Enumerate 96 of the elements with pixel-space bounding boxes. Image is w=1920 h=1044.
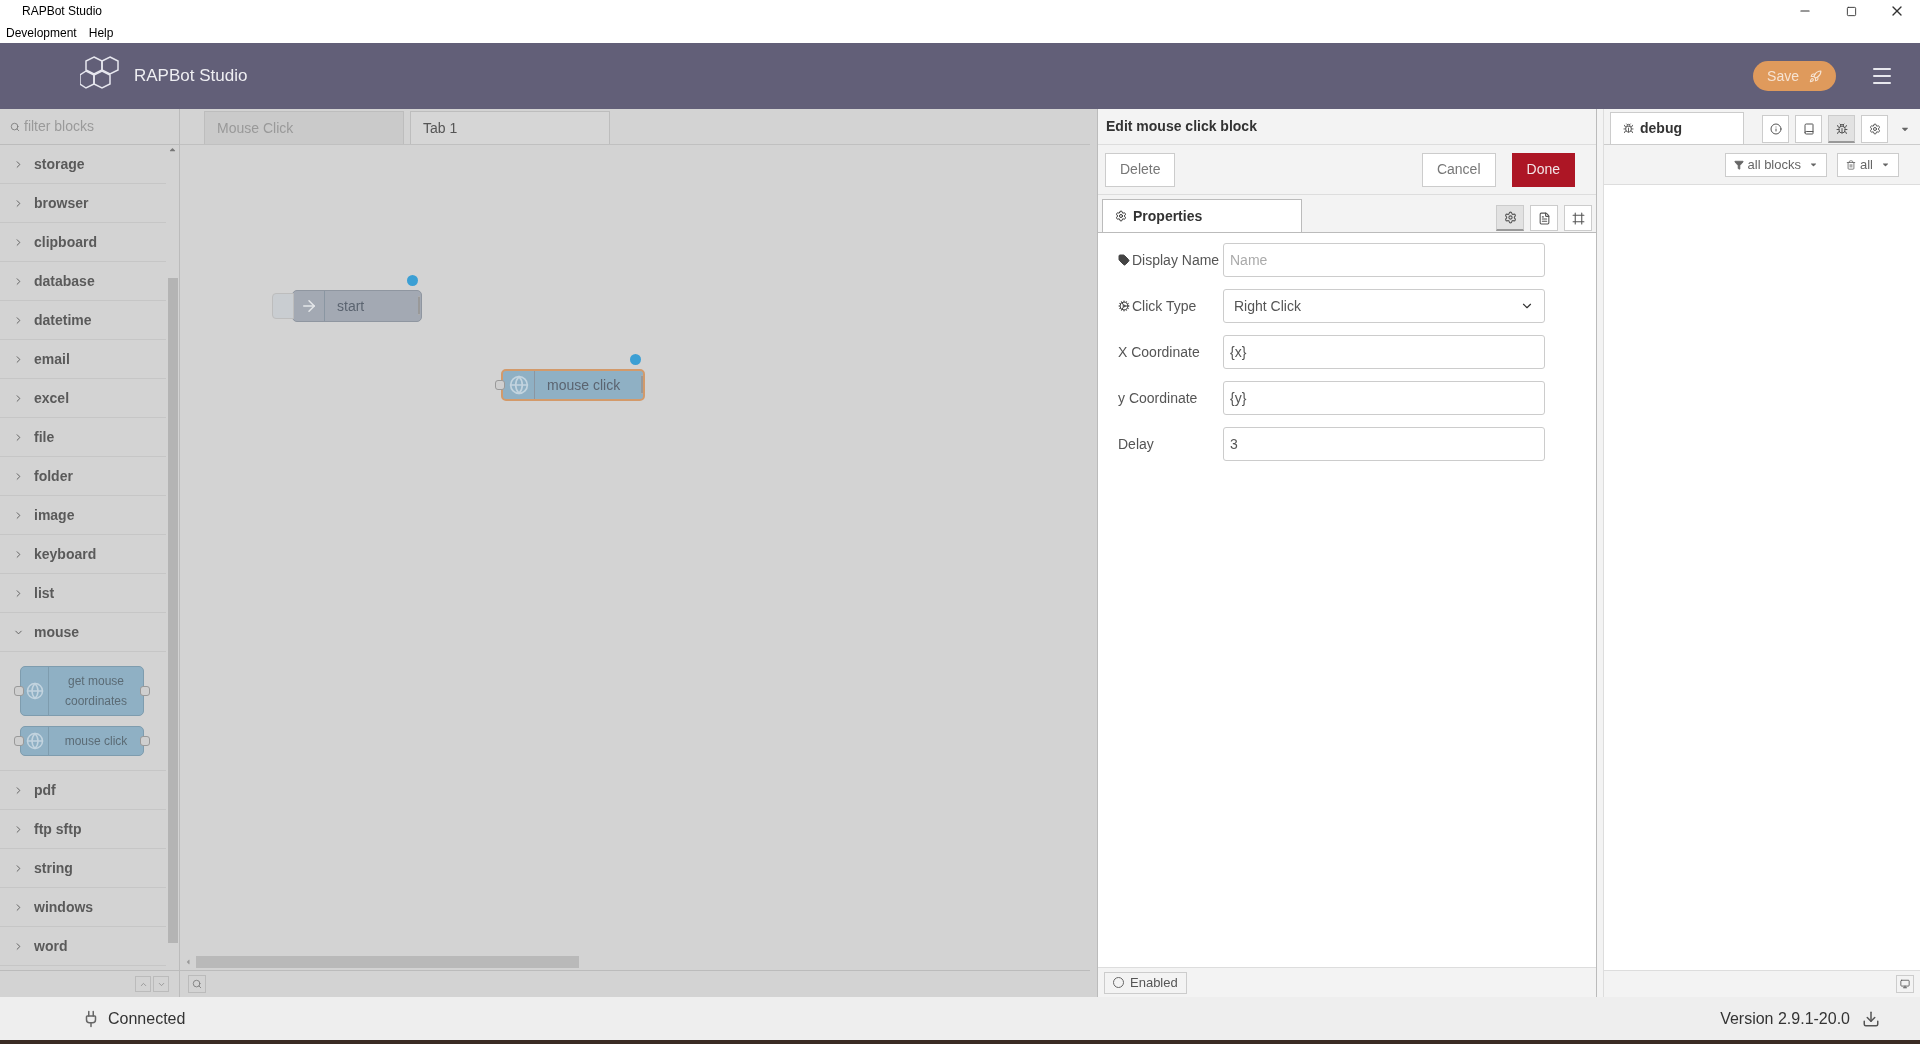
rocket-icon [1809,69,1822,83]
gear-icon [1503,211,1517,224]
category-header[interactable]: string [0,849,166,888]
collapse-button[interactable] [135,976,151,992]
debug-tab[interactable]: debug [1610,112,1744,144]
appearance-view-button[interactable] [1564,205,1592,231]
palette-block[interactable]: mouse click [20,726,144,756]
globe-icon [508,375,529,395]
text-field[interactable]: {x} [1223,335,1545,369]
palette-block[interactable]: get mouse coordinates [20,666,144,716]
description-view-button[interactable] [1530,205,1558,231]
connection-status: Connected [108,1008,186,1029]
field-label: X Coordinate [1118,342,1200,362]
category-header[interactable]: excel [0,379,166,418]
category-header[interactable]: email [0,340,166,379]
enabled-toggle[interactable]: Enabled [1104,971,1187,994]
monitor-icon [1900,979,1910,989]
search-icon [192,979,202,989]
field-label: Delay [1118,434,1154,454]
block-label: get mouse coordinates [63,673,128,710]
flow-canvas[interactable]: start mouse click [180,145,1090,954]
debug-button[interactable] [1828,115,1855,143]
monitor-button[interactable] [1896,975,1914,993]
bug-icon [1623,123,1634,134]
cogs-icon [1118,300,1130,312]
category-header[interactable]: clipboard [0,223,166,262]
frame-icon [1571,211,1585,225]
scroll-up-icon[interactable] [168,145,177,154]
category-header[interactable]: file [0,418,166,457]
filter-icon [1733,159,1744,170]
search-button[interactable] [188,975,206,993]
gear-icon [1868,123,1881,135]
download-icon[interactable] [1862,1009,1880,1028]
globe-icon [25,732,44,750]
category-header[interactable]: image [0,496,166,535]
text-field[interactable]: {y} [1223,381,1545,415]
click-type-select[interactable]: Right Click [1223,289,1545,323]
app-name: RAPBot Studio [134,65,248,88]
caret-icon [1809,160,1818,169]
settings-view-button[interactable] [1496,205,1524,231]
category-header[interactable]: browser [0,184,166,223]
scrollbar-thumb[interactable] [167,278,178,943]
category-header[interactable]: list [0,574,166,613]
field-label: Click Type [1132,296,1197,316]
book-icon [1802,123,1815,135]
version-text: Version 2.9.1-20.0 [1720,1008,1850,1029]
menu-item[interactable]: Help [88,23,114,42]
category-header[interactable]: pdf [0,771,166,810]
expand-button[interactable] [153,976,169,992]
text-field[interactable]: Name [1223,243,1545,277]
output-port[interactable] [140,736,150,746]
delete-button[interactable]: Delete [1105,152,1176,187]
editor-title: Edit mouse click block [1106,117,1257,136]
category-header[interactable]: datetime [0,301,166,340]
globe-icon [25,682,44,700]
node-label: mouse click [546,375,622,395]
category-header[interactable]: folder [0,457,166,496]
bug-icon [1835,122,1848,135]
search-icon [10,121,20,132]
category-header[interactable]: windows [0,888,166,927]
gear-icon [1115,210,1127,222]
trigger-button[interactable] [272,293,294,319]
info-button[interactable] [1762,115,1789,143]
done-button[interactable]: Done [1511,152,1575,187]
trash-icon [1846,159,1856,170]
flow-node[interactable]: start [292,290,422,322]
config-button[interactable] [1861,115,1888,143]
node-label: start [336,296,366,316]
scroll-left-icon[interactable] [184,958,192,966]
filter-field[interactable]: filter blocks [24,116,164,137]
category-header[interactable]: keyboard [0,535,166,574]
restore-icon [1845,5,1857,17]
scrollbar-thumb[interactable] [196,956,579,968]
category-header[interactable]: database [0,262,166,301]
field-label: Display Name [1132,250,1220,270]
flow-node[interactable]: mouse click [501,369,645,401]
properties-tab[interactable]: Properties [1102,199,1302,232]
caret-icon [1881,160,1890,169]
window-title: RAPBot Studio [22,3,103,20]
block-label: mouse click [63,733,129,750]
clear-dropdown[interactable]: all [1837,152,1899,177]
info-icon [1769,123,1782,135]
text-field[interactable]: 3 [1223,427,1545,461]
category-header[interactable]: word [0,927,166,966]
help-button[interactable] [1795,115,1822,143]
cancel-button[interactable]: Cancel [1421,152,1496,187]
document-icon [1537,211,1551,225]
workspace-tab[interactable]: Tab 1 [410,111,610,144]
output-port[interactable] [140,686,150,696]
tag-icon [1118,254,1130,266]
menu-item[interactable]: Development [6,23,77,42]
field-label: y Coordinate [1118,388,1198,408]
category-header[interactable]: mouse [0,613,166,652]
category-header[interactable]: storage [0,145,166,184]
category-header[interactable]: ftp sftp [0,810,166,849]
filter-dropdown[interactable]: all blocks [1724,152,1827,177]
